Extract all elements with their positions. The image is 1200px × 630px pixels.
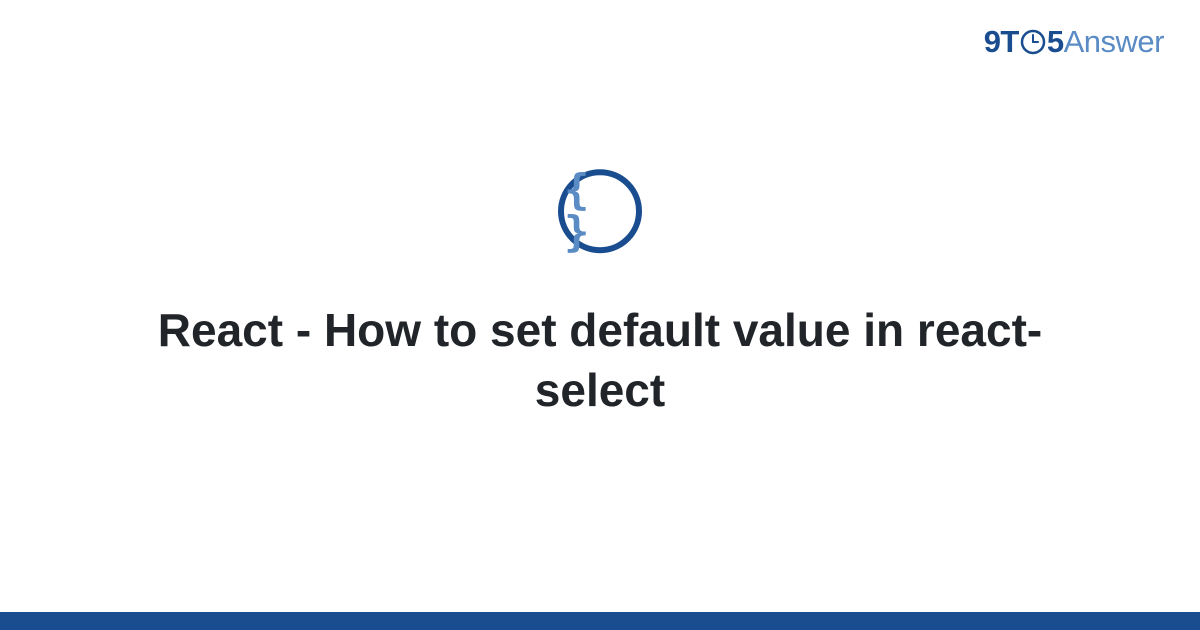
code-braces-icon: { } (564, 169, 636, 253)
logo-text-answer: Answer (1064, 24, 1164, 59)
site-logo: 9T 5Answer (984, 24, 1164, 60)
page-title: React - How to set default value in reac… (110, 301, 1090, 421)
main-content: { } React - How to set default value in … (0, 169, 1200, 421)
topic-icon-circle: { } (558, 169, 642, 253)
logo-text-5: 5 (1047, 24, 1064, 59)
footer-bar (0, 612, 1200, 630)
clock-icon (1020, 29, 1046, 55)
logo-text-9t: 9T (984, 24, 1019, 59)
